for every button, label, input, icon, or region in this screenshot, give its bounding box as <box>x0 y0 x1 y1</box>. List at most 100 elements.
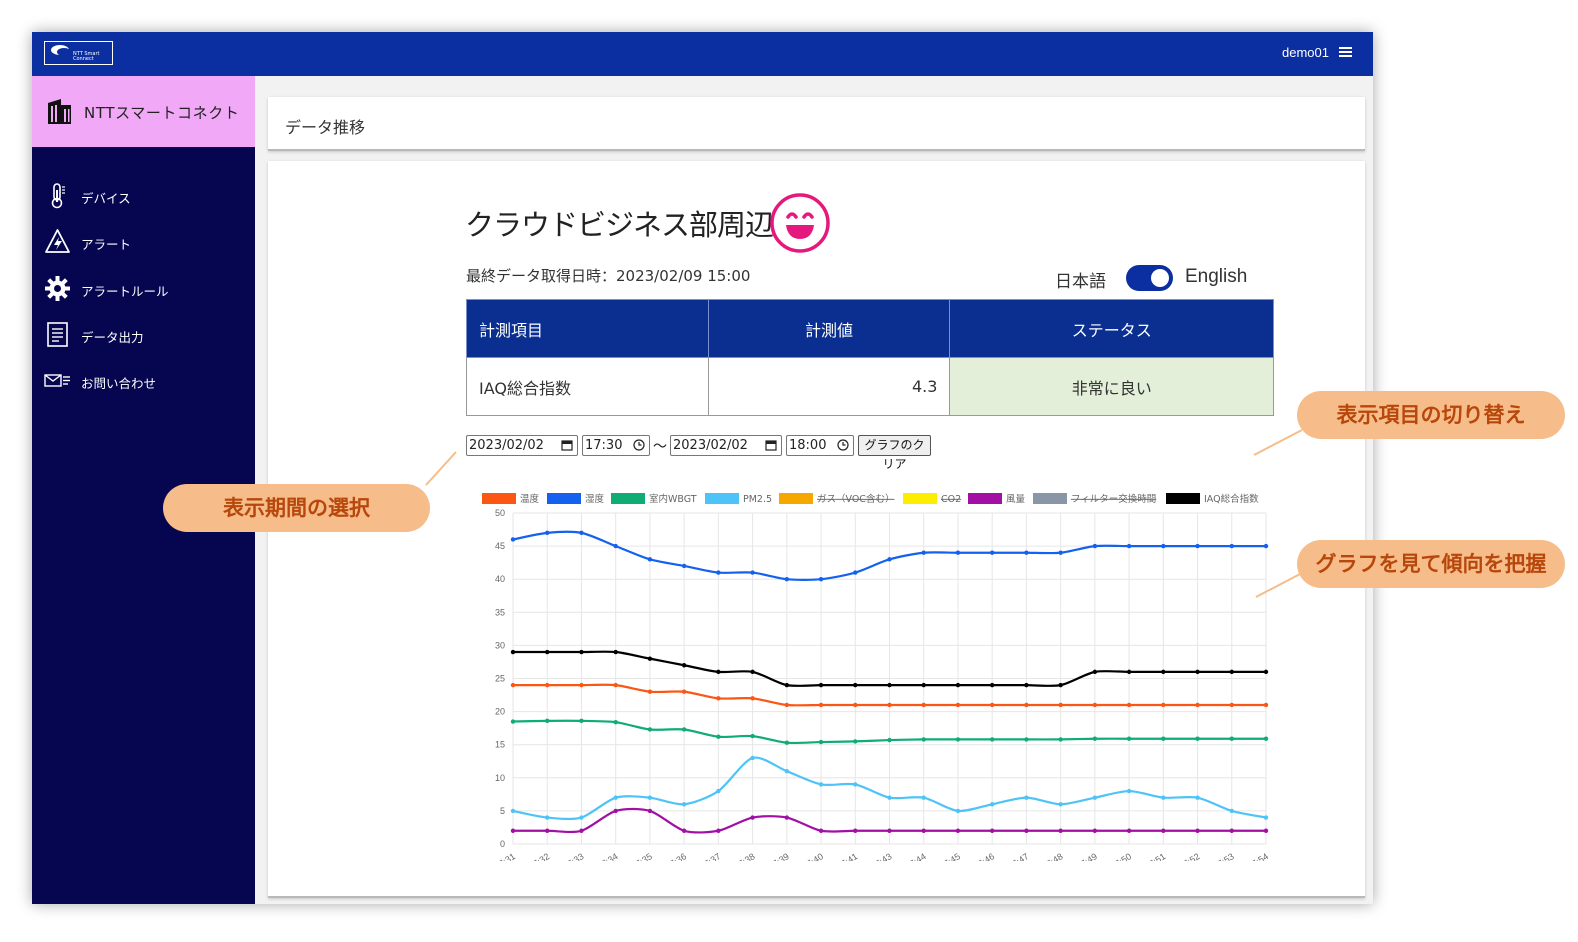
data-point <box>647 557 653 562</box>
y-tick-label: 50 <box>495 508 505 518</box>
data-point <box>681 802 687 807</box>
data-point <box>989 828 995 833</box>
x-tick-label: 02 17:52 <box>1167 851 1202 861</box>
data-point <box>1229 828 1234 833</box>
legend-label[interactable]: 温度 <box>520 493 540 505</box>
x-tick-label: 02 17:33 <box>550 851 585 861</box>
data-point <box>853 739 858 744</box>
y-tick-label: 40 <box>495 574 505 584</box>
start-date-input[interactable]: 2023/02/02 <box>466 435 578 456</box>
language-japanese-label[interactable]: 日本語 <box>1055 267 1106 292</box>
data-point <box>1092 736 1098 741</box>
mail-icon <box>44 374 70 387</box>
data-point <box>989 682 995 688</box>
thermometer-icon <box>51 183 65 209</box>
brand-header[interactable]: NTTスマートコネクト <box>32 76 255 147</box>
data-point <box>784 577 790 582</box>
data-point <box>1092 795 1098 800</box>
data-point <box>750 815 755 820</box>
data-point <box>681 727 687 732</box>
sidebar-item-data-export[interactable]: データ出力 <box>32 317 255 353</box>
sidebar-item-alerts[interactable]: アラート <box>32 224 255 260</box>
data-point <box>1161 669 1166 675</box>
legend-label[interactable]: 風量 <box>1006 494 1026 505</box>
sidebar-item-devices[interactable]: デバイス <box>32 178 255 214</box>
data-point <box>545 828 550 833</box>
data-point <box>989 550 995 555</box>
legend-label[interactable]: ガス（VOC含む） <box>817 493 894 505</box>
language-english-label[interactable]: English <box>1185 266 1247 288</box>
data-point <box>887 737 892 743</box>
data-point <box>510 808 516 814</box>
data-point <box>750 570 755 575</box>
y-tick-label: 15 <box>495 740 505 750</box>
data-point <box>750 696 755 701</box>
data-point <box>1229 736 1234 741</box>
legend-label[interactable]: フィルター交換時間 <box>1071 493 1156 505</box>
x-tick-label: 02 17:54 <box>1235 851 1270 861</box>
measurement-table: 計測項目 計測値 ステータス IAQ総合指数 4.3 非常に良い <box>466 299 1274 416</box>
clock-icon <box>837 439 849 451</box>
data-point <box>887 828 892 833</box>
legend-label[interactable]: CO2 <box>941 494 961 505</box>
data-point <box>1229 669 1234 675</box>
end-time-input[interactable]: 18:00 <box>786 435 854 456</box>
x-tick-label: 02 17:50 <box>1098 851 1133 861</box>
data-point <box>1126 736 1132 741</box>
legend-swatch <box>547 493 581 504</box>
data-point <box>921 737 926 742</box>
data-point <box>545 718 550 724</box>
user-name[interactable]: demo01 <box>1282 45 1329 60</box>
x-tick-label: 02 17:46 <box>961 851 996 861</box>
data-point <box>545 682 550 688</box>
data-point <box>1263 736 1269 741</box>
brand-title: NTTスマートコネクト <box>84 104 240 122</box>
x-tick-label: 02 17:40 <box>790 851 825 861</box>
language-toggle[interactable] <box>1126 265 1173 291</box>
data-point <box>1024 550 1029 555</box>
ntt-logo[interactable]: NTT Smart Connect <box>44 41 113 65</box>
legend-swatch <box>1166 493 1200 504</box>
data-point <box>647 808 653 814</box>
data-point <box>510 719 516 724</box>
start-time-input[interactable]: 17:30 <box>582 435 650 456</box>
data-point <box>579 828 584 833</box>
sidebar-item-label: データ出力 <box>81 330 144 345</box>
sidebar-item-label: アラート <box>81 237 132 252</box>
main-panel: クラウドビジネス部周辺 最終データ取得日時：2023/02/09 15:00 日… <box>268 161 1365 898</box>
data-point <box>784 768 790 774</box>
data-point <box>887 557 892 562</box>
y-tick-label: 45 <box>495 541 505 551</box>
data-point <box>818 782 824 787</box>
sidebar-item-contact[interactable]: お問い合わせ <box>32 363 255 399</box>
data-point <box>1126 543 1132 549</box>
legend-label[interactable]: 湿度 <box>585 493 605 505</box>
trend-chart: 0510152025303540455002/02 17:3102 17:320… <box>471 493 1270 861</box>
data-point <box>510 537 516 542</box>
sidebar-item-label: デバイス <box>81 191 131 206</box>
end-date-input[interactable]: 2023/02/02 <box>670 435 782 456</box>
sidebar-item-alert-rules[interactable]: アラートルール <box>32 271 255 307</box>
data-point <box>545 815 550 820</box>
legend-label[interactable]: IAQ総合指数 <box>1204 493 1259 505</box>
hamburger-menu-icon[interactable] <box>1339 47 1352 58</box>
legend-label[interactable]: 室内WBGT <box>649 493 697 505</box>
data-point <box>818 739 824 745</box>
data-point <box>1058 682 1063 688</box>
y-tick-label: 25 <box>495 674 505 684</box>
data-point <box>853 570 858 575</box>
data-point <box>1126 788 1132 794</box>
data-point <box>1058 737 1063 742</box>
data-point <box>853 782 858 787</box>
legend-label[interactable]: PM2.5 <box>743 494 772 505</box>
y-tick-label: 30 <box>495 640 505 650</box>
clear-graph-button[interactable]: グラフのクリア <box>858 435 931 471</box>
data-point <box>1092 669 1098 675</box>
x-tick-label: 02/02 17:31 <box>471 851 517 861</box>
data-point <box>955 808 961 814</box>
data-point <box>647 795 653 800</box>
legend-swatch <box>968 493 1002 504</box>
data-point <box>1195 669 1200 675</box>
data-point <box>647 727 653 732</box>
data-point <box>989 702 995 708</box>
